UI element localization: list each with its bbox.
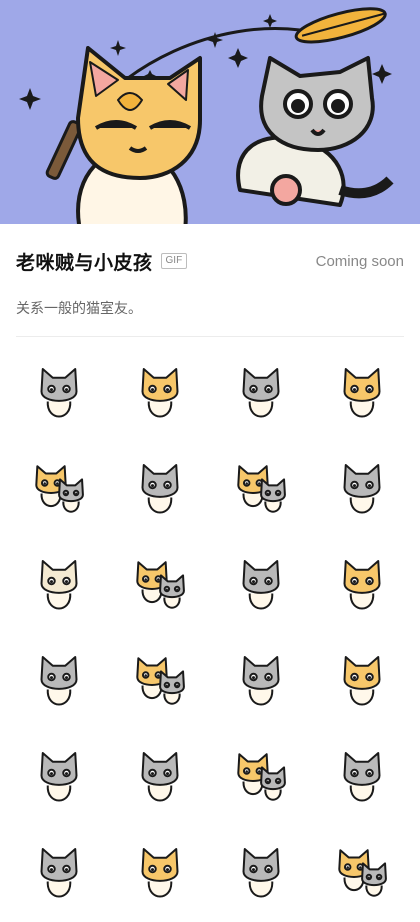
sticker-image — [40, 752, 77, 802]
status-label: Coming soon — [315, 252, 404, 270]
sticker-gray-cat-standing[interactable] — [8, 639, 109, 727]
sticker-image — [40, 656, 77, 706]
sticker-orange-cat-with-bottle[interactable] — [109, 831, 210, 919]
sticker-image — [34, 465, 84, 513]
sticker-image — [141, 464, 178, 514]
sticker-image — [343, 656, 380, 706]
sticker-image — [343, 368, 380, 418]
sticker-banner — [0, 0, 420, 224]
sticker-gray-cat-with-heart[interactable] — [210, 351, 311, 439]
sticker-image — [343, 464, 380, 514]
sticker-image — [135, 561, 185, 609]
pack-description: 关系一般的猫室友。 — [16, 300, 142, 316]
sticker-gray-cat-with-cloth[interactable] — [8, 831, 109, 919]
pack-info: 老咪贼与小皮孩 GIF Coming soon 关系一般的猫室友。 — [0, 224, 420, 336]
sticker-image — [236, 753, 286, 801]
sticker-image — [242, 368, 279, 418]
sticker-orange-cat-lying[interactable] — [311, 639, 412, 727]
sticker-orange-and-gray-cats[interactable] — [8, 447, 109, 535]
sticker-image — [242, 656, 279, 706]
sticker-image — [343, 560, 380, 610]
sticker-image — [242, 848, 279, 898]
sticker-image — [236, 465, 286, 513]
sticker-small-gray-cat[interactable] — [210, 543, 311, 631]
sticker-gray-cat-flexing[interactable] — [210, 639, 311, 727]
sticker-orange-cat-with-bouquet[interactable] — [311, 543, 412, 631]
sticker-image — [40, 848, 77, 898]
sticker-gray-cat-on-railing[interactable] — [311, 735, 412, 823]
sticker-orange-cat-angry[interactable] — [311, 351, 412, 439]
sticker-cats-under-umbrella[interactable] — [311, 831, 412, 919]
sticker-cats-at-table[interactable] — [210, 447, 311, 535]
sticker-grid — [0, 337, 420, 919]
sticker-image — [141, 368, 178, 418]
pack-title: 老咪贼与小皮孩 — [16, 252, 153, 274]
sticker-orange-cat-with-book[interactable] — [109, 639, 210, 727]
sticker-image — [141, 752, 178, 802]
sticker-masked-cat-sitting[interactable] — [8, 735, 109, 823]
sticker-gray-cat-eating-watermelon[interactable] — [109, 447, 210, 535]
sticker-gray-cat-peeking[interactable] — [8, 351, 109, 439]
sticker-image — [242, 560, 279, 610]
sticker-gray-cat-jumping[interactable] — [109, 735, 210, 823]
sticker-image — [40, 368, 77, 418]
sticker-gray-cat-arms-out[interactable] — [210, 831, 311, 919]
sticker-cats-with-speech-bubble[interactable] — [210, 735, 311, 823]
banner-illustration — [19, 7, 394, 224]
title-row: 老咪贼与小皮孩 GIF Coming soon — [16, 224, 404, 298]
sticker-image — [141, 848, 178, 898]
sticker-gray-cat-with-bowl[interactable] — [311, 447, 412, 535]
sticker-image — [337, 849, 387, 897]
sticker-cream-cat-jumping[interactable] — [8, 543, 109, 631]
sticker-cats-with-flowers-hug[interactable] — [109, 543, 210, 631]
gif-badge: GIF — [160, 253, 188, 269]
sticker-image — [135, 657, 185, 705]
sticker-image — [343, 752, 380, 802]
sticker-image — [40, 560, 77, 610]
sticker-orange-cat-with-flowers[interactable] — [109, 351, 210, 439]
